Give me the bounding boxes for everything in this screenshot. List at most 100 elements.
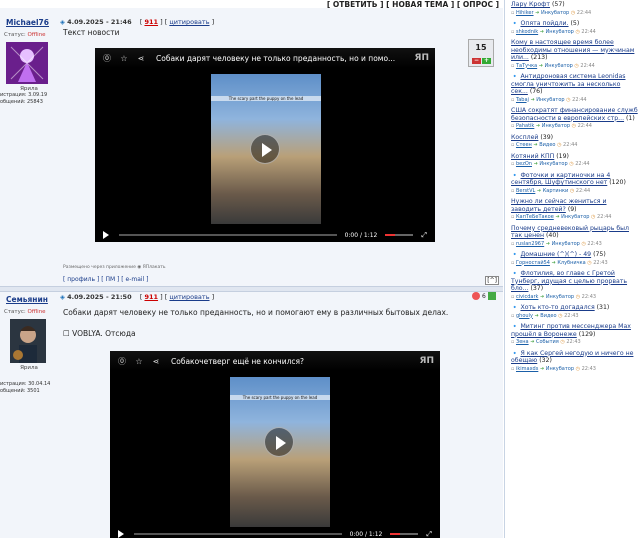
topic-author[interactable]: shkodnik [516, 29, 538, 35]
user-icon: ▫ [511, 214, 515, 220]
vote-icon[interactable] [487, 292, 496, 300]
star-icon[interactable]: ☆ [134, 357, 144, 366]
topic-section[interactable]: Инкубатор [541, 10, 569, 16]
topic-meta: ▫ BerstVL ➜ Картинки ◷ 22:44 [511, 188, 638, 196]
topic-author[interactable]: ТаТучка [516, 63, 537, 69]
topic-section[interactable]: Картинки [543, 188, 569, 194]
fullscreen-icon[interactable]: ⤢ [426, 530, 432, 538]
topic-title[interactable]: Домашние (^)(^) - 49 [520, 251, 591, 258]
topic-section[interactable]: Инкубатор [561, 214, 589, 220]
topic-title[interactable]: Хоть кто-то догадался [520, 304, 594, 311]
topic-author[interactable]: Стеен [516, 142, 532, 148]
play-overlay-button[interactable] [250, 134, 280, 164]
post-number[interactable]: 911 [144, 18, 158, 26]
topic-section[interactable]: Клубничка [557, 260, 585, 266]
topic-section[interactable]: События [536, 339, 559, 345]
topic-title[interactable]: США сократят финансирование служб безопа… [511, 107, 638, 122]
drop-icon: 🔹 [511, 270, 519, 277]
author-name[interactable]: Семьянин [0, 292, 58, 304]
topic-title[interactable]: Кому в настоящее время более необходимы … [511, 39, 634, 61]
play-icon[interactable] [103, 231, 109, 239]
video-player[interactable]: ⓪ ☆ ⋖ Собаки дарят человеку не только пр… [95, 48, 435, 242]
quote-link[interactable]: цитировать [169, 293, 209, 301]
topic-meta: ▫ КапТеБеТакое ➜ Инкубатор ◷ 22:44 [511, 214, 638, 222]
topic-section[interactable]: Видео [540, 313, 556, 319]
topic-title[interactable]: Почему средневековый рыцарь был так цене… [511, 225, 629, 240]
topic-title[interactable]: Опята пойдли. [520, 20, 568, 27]
topic-meta: ▫ ghouly ➜ Видео ◷ 22:43 [511, 313, 638, 321]
topic-section[interactable]: Инкубатор [545, 63, 573, 69]
scroll-top-button[interactable]: [^] [485, 276, 499, 285]
topic-author[interactable]: bezOn [516, 161, 532, 167]
play-icon[interactable] [118, 530, 124, 538]
topic-title[interactable]: Косплей [511, 134, 538, 141]
info-icon[interactable]: ⓪ [102, 53, 112, 64]
topic-author[interactable]: Горностай54 [516, 260, 550, 266]
topic-title[interactable]: Фоточки и картиночки на 4 сентября, Шуфу… [511, 172, 610, 187]
volume-slider[interactable] [390, 533, 419, 535]
post-link-icon[interactable]: ◈ [60, 293, 65, 301]
sidebar-topic: 🔹 Фоточки и картиночки на 4 сентября, Шу… [505, 171, 640, 198]
topic-author[interactable]: Tabaj [516, 97, 529, 103]
topic-title[interactable]: Флотилия, во главе с Гретой Тунберг, иду… [511, 270, 627, 292]
topic-count: (19) [556, 152, 569, 160]
post-link-icon[interactable]: ◈ [60, 18, 65, 26]
topic-author[interactable]: КапТеБеТакое [516, 214, 554, 220]
user-icon: ▫ [511, 365, 515, 372]
topic-time: 22:43 [593, 259, 608, 266]
topic-section[interactable]: Видео [539, 142, 555, 148]
topic-time: 22:44 [563, 142, 578, 148]
video-player[interactable]: ⓪ ☆ ⋖ Собакочетверг ещё не кончился? ЯП … [110, 351, 440, 538]
topic-title[interactable]: Митинг против мессенджера Max прошёл в В… [511, 323, 631, 338]
source-link[interactable]: ☐ VOBLYA. Отсюда [63, 329, 136, 338]
volume-slider[interactable] [385, 234, 414, 236]
progress-bar[interactable] [119, 234, 337, 236]
topic-author[interactable]: ikimaxds [516, 366, 538, 372]
avatar[interactable] [10, 319, 46, 363]
share-icon[interactable]: ⋖ [136, 54, 146, 63]
topic-title[interactable]: Лару Крофт [511, 1, 550, 8]
report-icon[interactable] [472, 292, 480, 300]
topic-title[interactable]: Нужно ли сейчас жениться и заводить дете… [511, 198, 607, 213]
topic-title[interactable]: Котяний КПП [511, 153, 554, 160]
drop-icon: 🔹 [511, 323, 519, 330]
topic-title[interactable]: Я как Сергей негодую и ничего не обещаю [511, 350, 633, 365]
topic-section[interactable]: Инкубатор [546, 29, 574, 35]
topic-author[interactable]: Hihiker [516, 10, 534, 16]
topic-author[interactable]: Pahatik [516, 123, 534, 129]
clock-icon: ◷ [571, 123, 576, 129]
topic-section[interactable]: Инкубатор [546, 366, 574, 372]
topic-section[interactable]: Инкубатор [552, 241, 580, 247]
avatar[interactable] [6, 42, 48, 84]
author-name[interactable]: Michael76 [0, 8, 58, 27]
topic-author[interactable]: ruslan2967 [516, 241, 544, 247]
topic-author[interactable]: civicdark [516, 294, 538, 300]
play-overlay-button[interactable] [264, 427, 294, 457]
progress-bar[interactable] [134, 533, 342, 535]
share-icon[interactable]: ⋖ [151, 357, 161, 366]
post-header: ◈ 4.09.2025 - 21:50 [ 911 ] [ цитировать… [60, 293, 215, 301]
topic-section[interactable]: Инкубатор [546, 294, 574, 300]
post-number[interactable]: 911 [144, 293, 158, 301]
vote-down-button[interactable]: − [472, 58, 481, 64]
topic-section[interactable]: Инкубатор [539, 161, 567, 167]
sidebar-topic: США сократят финансирование служб безопа… [505, 106, 640, 133]
topic-author[interactable]: BerstVL [516, 188, 535, 194]
post-footer-links[interactable]: [ профиль ] [ ПМ ] [ e-mail ] [63, 276, 149, 283]
star-icon[interactable]: ☆ [119, 54, 129, 63]
info-icon[interactable]: ⓪ [117, 356, 127, 367]
topic-title[interactable]: Антидроновая система Leonidas смогла уни… [511, 73, 625, 95]
topic-meta: ▫ Зена ➜ События ◷ 22:43 [511, 339, 638, 347]
drop-icon: 🔹 [511, 304, 519, 311]
topic-author[interactable]: Зена [516, 339, 529, 345]
topic-section[interactable]: Инкубатор [542, 123, 570, 129]
topic-meta: ▫ bezOn ➜ Инкубатор ◷ 22:44 [511, 161, 638, 169]
video-time: 0:00 / 1:12 [349, 530, 383, 538]
quote-link[interactable]: цитировать [169, 18, 209, 26]
fullscreen-icon[interactable]: ⤢ [421, 231, 427, 240]
clock-icon: ◷ [587, 259, 592, 266]
vote-up-button[interactable]: + [482, 58, 491, 64]
topic-author[interactable]: ghouly [516, 313, 533, 319]
topic-section[interactable]: Инкубатор [536, 97, 564, 103]
user-panel: Семьянин Статус: Offline Ярила истрация:… [0, 292, 58, 395]
